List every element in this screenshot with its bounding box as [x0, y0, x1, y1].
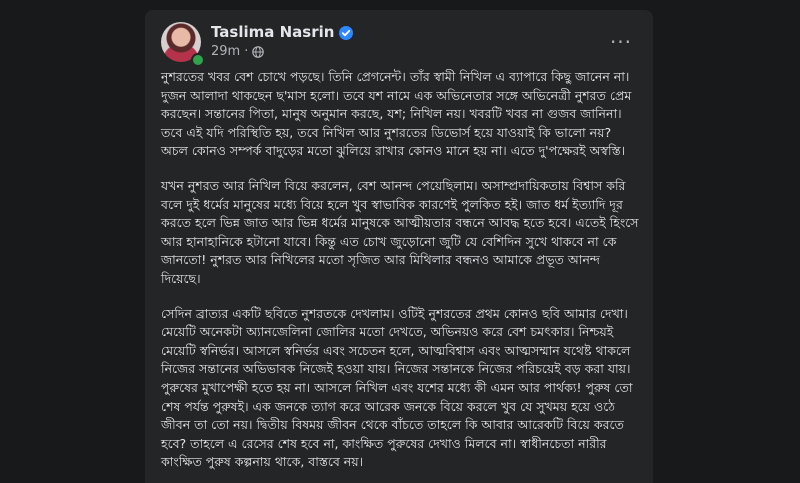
author-name[interactable]: Taslima Nasrin — [211, 23, 334, 41]
post-text: নুশরতের খবর বেশ চোখে পড়ছে। তিনি প্রেগনে… — [161, 68, 639, 483]
author-row: Taslima Nasrin — [211, 23, 354, 41]
online-status-indicator — [191, 53, 205, 67]
meta-separator: · — [244, 44, 249, 59]
post-paragraph-3: সেদিন ব্রাত্যর একটি ছবিতে নুশরতকে দেখলাম… — [161, 305, 633, 470]
post-paragraph-1: নুশরতের খবর বেশ চোখে পড়ছে। তিনি প্রেগনে… — [161, 69, 632, 159]
post-meta: 29m · — [211, 44, 265, 59]
verified-badge-icon — [339, 25, 354, 40]
globe-icon[interactable] — [252, 45, 265, 58]
post-paragraph-2: যখন নুশরত আর নিখিল বিয়ে করলেন, বেশ আনন্… — [161, 177, 639, 286]
post-card: Taslima Nasrin 29m · ··· নুশরতের খবর বেশ… — [145, 10, 653, 483]
more-options-button[interactable]: ··· — [605, 26, 637, 58]
post-timestamp[interactable]: 29m — [211, 44, 240, 59]
post-header: Taslima Nasrin 29m · ··· — [161, 22, 637, 67]
more-horizontal-icon: ··· — [609, 30, 633, 54]
